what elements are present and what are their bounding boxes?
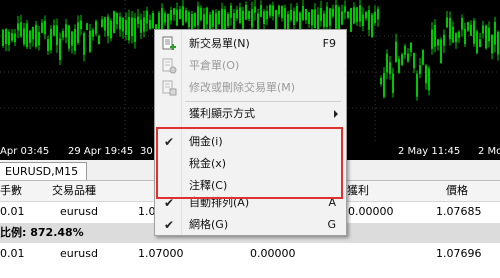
menu-item-modify-order[interactable]: 修改或刪除交易單(M)	[155, 77, 346, 99]
menu-item-label: 修改或刪除交易單(M)	[189, 81, 296, 94]
symbol-cell: eurusd	[60, 247, 98, 260]
menu-item-label: 平倉單(O)	[189, 59, 240, 72]
lots-cell: 0.01	[0, 247, 25, 260]
menu-shortcut: G	[327, 218, 336, 231]
checkmark-icon: ✔	[164, 218, 175, 232]
menu-shortcut: F9	[322, 37, 336, 50]
open-price-cell: 1.07000	[138, 247, 184, 260]
col-header-symbol[interactable]: 交易品種	[52, 181, 96, 201]
menu-item-label: 網格(G)	[189, 218, 229, 231]
menu-item-profit-display[interactable]: 獲利顯示方式	[155, 103, 346, 125]
time-label: 2 Mo	[478, 146, 500, 157]
close-order-icon	[162, 58, 177, 74]
price-cell: 1.07685	[436, 205, 482, 218]
time-label: Apr 03:45	[0, 146, 50, 157]
symbol-cell: eurusd	[60, 205, 98, 218]
menu-item-close-order[interactable]: 平倉單(O)	[155, 55, 346, 77]
open-price-cell: 1.0	[138, 205, 156, 218]
price-cell: 1.07696	[436, 247, 482, 260]
time-label: 29 Apr 19:45	[68, 146, 134, 157]
tab-eurusd-m15[interactable]: EURUSD,M15	[0, 162, 88, 180]
menu-item-new-order[interactable]: 新交易單(N) F9	[155, 33, 346, 55]
menu-item-label: 新交易單(N)	[189, 37, 250, 50]
time-label: 2 May 11:45	[398, 146, 461, 157]
col-header-profit[interactable]: 獲利	[347, 181, 369, 201]
submenu-arrow-icon	[334, 110, 338, 118]
lots-cell: 0.01	[0, 205, 25, 218]
col-header-price[interactable]: 價格	[446, 181, 468, 201]
menu-item-label: 獲利顯示方式	[189, 107, 255, 120]
table-row[interactable]: 0.01 eurusd 1.07000 0.00000 1.07696	[0, 244, 500, 264]
time-label: 30	[140, 146, 153, 157]
new-order-icon	[162, 36, 176, 50]
swap-cell: 0.00000	[250, 247, 296, 260]
menu-separator	[185, 101, 341, 102]
col-header-lots[interactable]: 手數	[0, 181, 22, 201]
margin-ratio-label: 比例: 872.48%	[0, 226, 84, 239]
profit-cell: 0.00000	[348, 205, 394, 218]
modify-order-icon	[162, 80, 177, 96]
highlight-box	[156, 127, 343, 199]
menu-item-grid[interactable]: ✔ 網格(G) G	[155, 214, 346, 236]
